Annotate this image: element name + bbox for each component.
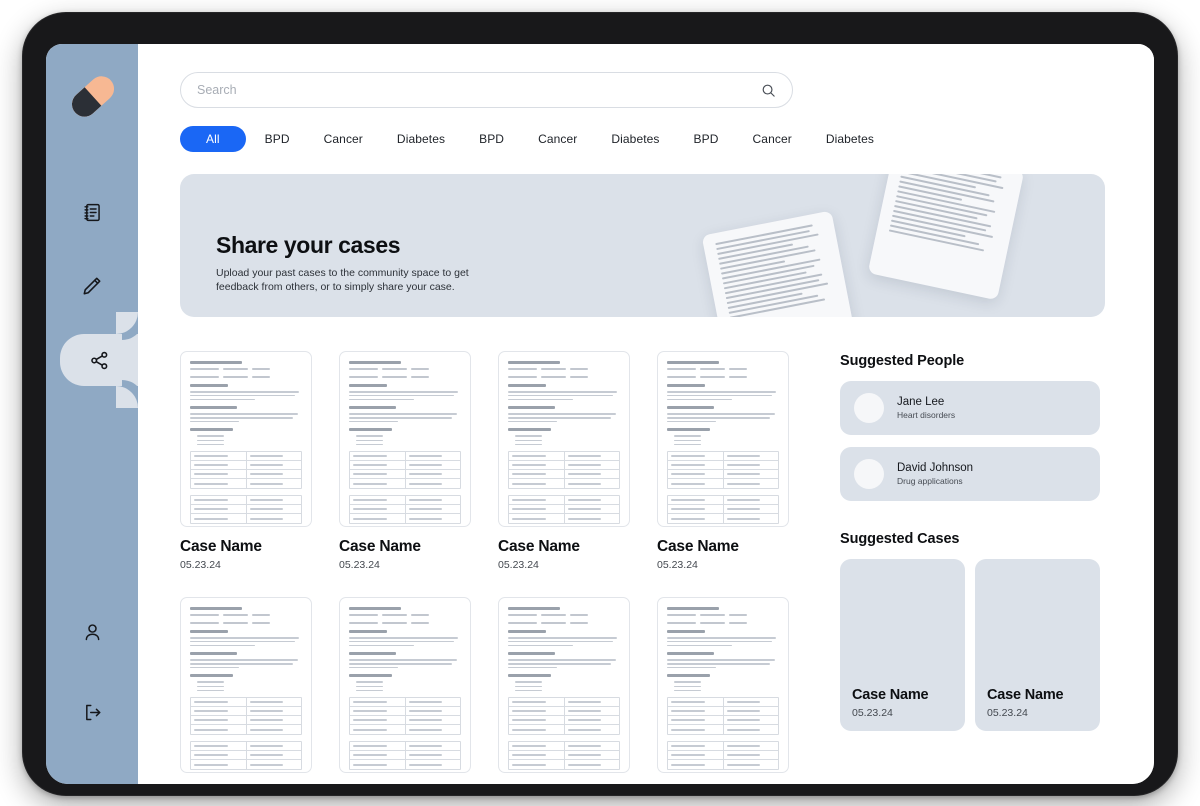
decorative-document-left	[701, 210, 855, 317]
search-bar[interactable]	[180, 72, 793, 108]
share-icon	[89, 350, 110, 371]
search-icon[interactable]	[761, 83, 776, 98]
filter-chip-cancer-1[interactable]: Cancer	[309, 126, 378, 152]
case-thumbnail	[180, 597, 312, 773]
sidebar-item-share[interactable]	[60, 312, 138, 408]
case-thumbnail	[498, 597, 630, 773]
suggested-cases-grid: Case Name 05.23.24 Case Name 05.23.24	[840, 559, 1100, 731]
share-cases-banner[interactable]: Share your cases Upload your past cases …	[180, 174, 1105, 317]
main-content: All BPD Cancer Diabetes BPD Cancer Diabe…	[138, 44, 1154, 784]
filter-chip-list: All BPD Cancer Diabetes BPD Cancer Diabe…	[180, 126, 1118, 152]
left-sidebar	[46, 44, 138, 784]
person-name: Jane Lee	[897, 396, 945, 408]
sidebar-item-notes[interactable]	[46, 186, 138, 238]
case-date: 05.23.24	[180, 559, 221, 571]
case-date: 05.23.24	[498, 559, 539, 571]
banner-subtitle: Upload your past cases to the community …	[216, 267, 469, 293]
suggested-case-title: Case Name	[852, 687, 929, 703]
suggested-person-row[interactable]: Jane Lee Heart disorders	[840, 381, 1100, 435]
case-title: Case Name	[180, 538, 262, 555]
banner-title: Share your cases	[216, 232, 401, 258]
case-card[interactable]: Case Name 05.23.24	[339, 597, 471, 784]
user-icon	[82, 622, 103, 643]
app-screen: All BPD Cancer Diabetes BPD Cancer Diabe…	[46, 44, 1154, 784]
notebook-icon	[82, 202, 103, 223]
suggested-cases-heading: Suggested Cases	[840, 531, 960, 547]
person-role: Heart disorders	[897, 410, 956, 420]
suggested-case-card[interactable]: Case Name 05.23.24	[975, 559, 1100, 731]
sidebar-item-edit[interactable]	[46, 260, 138, 312]
filter-chip-bpd-2[interactable]: BPD	[464, 126, 519, 152]
suggested-people-heading: Suggested People	[840, 353, 965, 369]
person-role: Drug applications	[897, 476, 963, 486]
sidebar-bottom-nav	[46, 606, 138, 738]
case-grid-column: Case Name 05.23.24 Case Name 05.23.24 Ca…	[180, 351, 806, 784]
case-thumbnail	[339, 597, 471, 773]
content-columns: Case Name 05.23.24 Case Name 05.23.24 Ca…	[180, 351, 1118, 784]
filter-chip-bpd-1[interactable]: BPD	[250, 126, 305, 152]
filter-chip-all[interactable]: All	[180, 126, 246, 152]
sidebar-item-profile[interactable]	[46, 606, 138, 658]
filter-chip-diabetes-3[interactable]: Diabetes	[811, 126, 889, 152]
case-card[interactable]: Case Name 05.23.24	[180, 351, 312, 571]
app-logo[interactable]	[65, 70, 120, 124]
case-card[interactable]: Case Name 05.23.24	[657, 351, 789, 571]
filter-chip-diabetes-1[interactable]: Diabetes	[382, 126, 460, 152]
suggested-case-date: 05.23.24	[987, 707, 1028, 719]
pencil-icon	[81, 275, 103, 297]
case-card[interactable]: Case Name 05.23.24	[339, 351, 471, 571]
banner-text-block: Share your cases Upload your past cases …	[216, 232, 476, 294]
case-card[interactable]: Case Name 05.23.24	[498, 597, 630, 784]
case-title: Case Name	[339, 538, 421, 555]
filter-chip-diabetes-2[interactable]: Diabetes	[596, 126, 674, 152]
screenshot-stage: All BPD Cancer Diabetes BPD Cancer Diabe…	[0, 0, 1200, 806]
case-card[interactable]: Case Name 05.23.24	[180, 597, 312, 784]
pill-dark-half	[66, 87, 102, 122]
filter-chip-cancer-3[interactable]: Cancer	[738, 126, 807, 152]
person-info: Jane Lee Heart disorders	[897, 396, 955, 420]
sidebar-item-logout[interactable]	[46, 686, 138, 738]
suggested-case-title: Case Name	[987, 687, 1064, 703]
case-thumbnail	[498, 351, 630, 527]
decorative-document-right	[867, 174, 1025, 301]
sidebar-nav	[46, 186, 138, 408]
case-card-grid: Case Name 05.23.24 Case Name 05.23.24 Ca…	[180, 351, 806, 784]
search-input[interactable]	[197, 83, 761, 97]
case-thumbnail	[180, 351, 312, 527]
filter-chip-cancer-2[interactable]: Cancer	[523, 126, 592, 152]
case-title: Case Name	[657, 538, 739, 555]
suggested-person-row[interactable]: David Johnson Drug applications	[840, 447, 1100, 501]
case-card[interactable]: Case Name 05.23.24	[498, 351, 630, 571]
case-thumbnail	[657, 351, 789, 527]
person-name: David Johnson	[897, 462, 974, 474]
logout-icon	[82, 702, 103, 723]
case-title: Case Name	[498, 538, 580, 555]
case-date: 05.23.24	[657, 559, 698, 571]
case-thumbnail	[339, 351, 471, 527]
case-date: 05.23.24	[339, 559, 380, 571]
pill-capsule-logo-icon	[66, 71, 120, 122]
filter-chip-bpd-3[interactable]: BPD	[679, 126, 734, 152]
case-card[interactable]: Case Name 05.23.24	[657, 597, 789, 784]
person-info: David Johnson Drug applications	[897, 462, 973, 486]
suggested-case-card[interactable]: Case Name 05.23.24	[840, 559, 965, 731]
avatar	[854, 393, 884, 423]
suggestions-column: Suggested People Jane Lee Heart disorder…	[840, 351, 1100, 784]
case-thumbnail	[657, 597, 789, 773]
avatar	[854, 459, 884, 489]
suggested-case-date: 05.23.24	[852, 707, 893, 719]
